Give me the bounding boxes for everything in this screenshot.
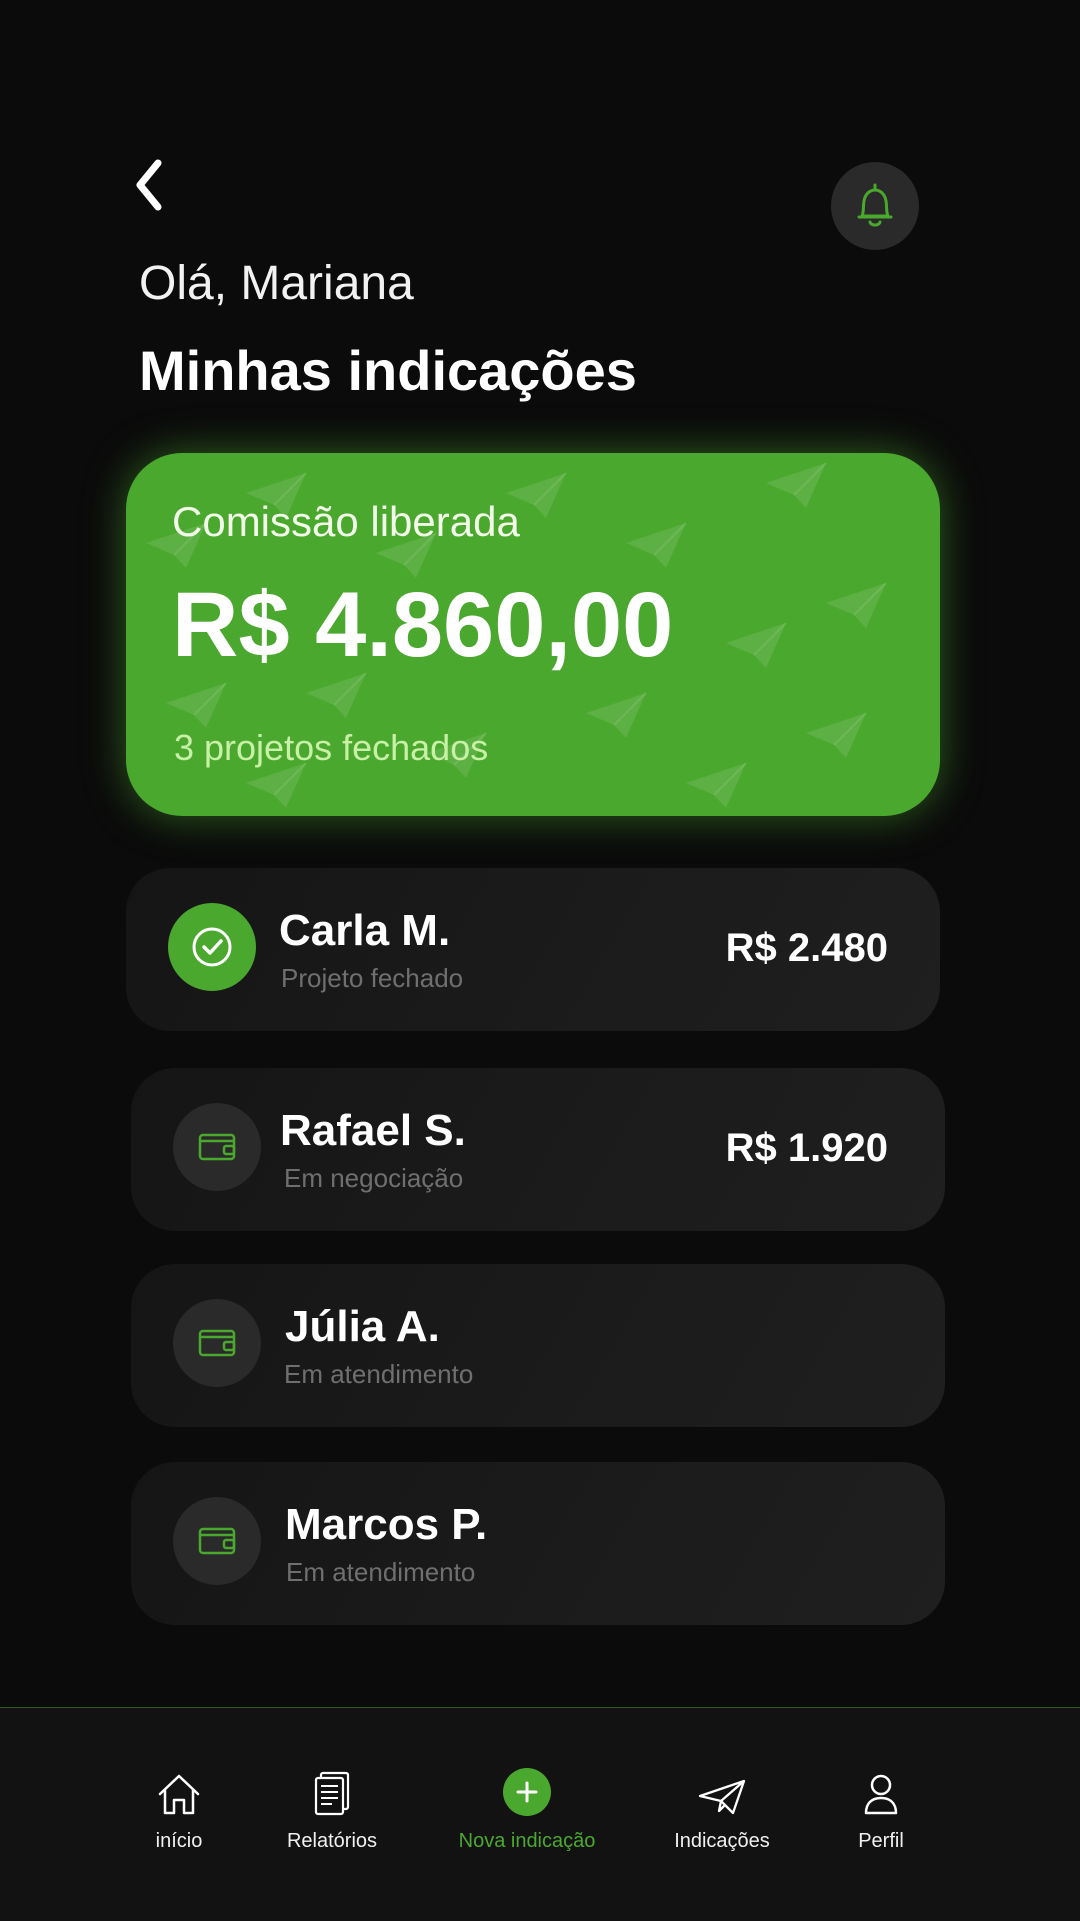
chevron-left-icon [136, 159, 162, 211]
status-pending-badge [173, 1103, 261, 1191]
nav-item-new-referral[interactable]: Nova indicação [442, 1756, 612, 1853]
bell-icon [857, 183, 893, 227]
referral-card[interactable]: Júlia A. Em atendimento [131, 1264, 945, 1427]
nav-label-reports: Relatórios [286, 1830, 378, 1852]
wallet-icon [198, 1329, 236, 1357]
referral-name: Carla M. [279, 906, 451, 955]
commission-amount: R$ 4.860,00 [172, 574, 674, 676]
user-icon [864, 1774, 898, 1815]
plus-icon [503, 1768, 551, 1816]
greeting: Olá, Mariana [139, 257, 414, 310]
referral-value: R$ 1.920 [725, 1126, 888, 1170]
referral-card[interactable]: Carla M. Projeto fechado R$ 2.480 [126, 868, 940, 1031]
referral-status: Em atendimento [284, 1359, 474, 1389]
referral-name: Marcos P. [285, 1500, 488, 1549]
referral-name: Rafael S. [280, 1106, 466, 1155]
paper-plane-icon [698, 1779, 746, 1815]
nav-label-new-referral: Nova indicação [458, 1830, 596, 1852]
nav-label-profile: Perfil [858, 1830, 904, 1852]
commission-label: Comissão liberada [172, 498, 520, 545]
wallet-icon [198, 1527, 236, 1555]
nav-item-profile[interactable]: Perfil [796, 1756, 966, 1853]
notifications-button[interactable] [831, 162, 919, 250]
back-button[interactable] [130, 155, 170, 215]
page-title: Minhas indicações [139, 339, 637, 402]
wallet-icon [198, 1133, 236, 1161]
check-icon [192, 927, 232, 967]
home-icon [158, 1774, 200, 1815]
nav-label-referrals: Indicações [674, 1830, 770, 1852]
nav-item-reports[interactable]: Relatórios [247, 1756, 417, 1853]
bottom-nav: início Relatórios Nova indicação Indicaç… [0, 1707, 1080, 1921]
nav-item-referrals[interactable]: Indicações [637, 1756, 807, 1853]
document-icon [314, 1771, 350, 1816]
referral-card[interactable]: Rafael S. Em negociação R$ 1.920 [131, 1068, 945, 1231]
nav-label-home: início [155, 1830, 203, 1852]
status-pending-badge [173, 1497, 261, 1585]
referral-status: Em atendimento [286, 1557, 476, 1587]
nav-item-home[interactable]: início [94, 1756, 264, 1853]
referral-name: Júlia A. [285, 1302, 440, 1351]
referral-status: Projeto fechado [281, 963, 464, 993]
closed-projects-count: 3 projetos fechados [174, 727, 489, 768]
referral-value: R$ 2.480 [725, 926, 888, 970]
status-pending-badge [173, 1299, 261, 1387]
status-done-badge [168, 903, 256, 991]
referral-card[interactable]: Marcos P. Em atendimento [131, 1462, 945, 1625]
commission-card: Comissão liberada R$ 4.860,00 3 projetos… [126, 453, 940, 816]
referral-status: Em negociação [284, 1163, 464, 1193]
